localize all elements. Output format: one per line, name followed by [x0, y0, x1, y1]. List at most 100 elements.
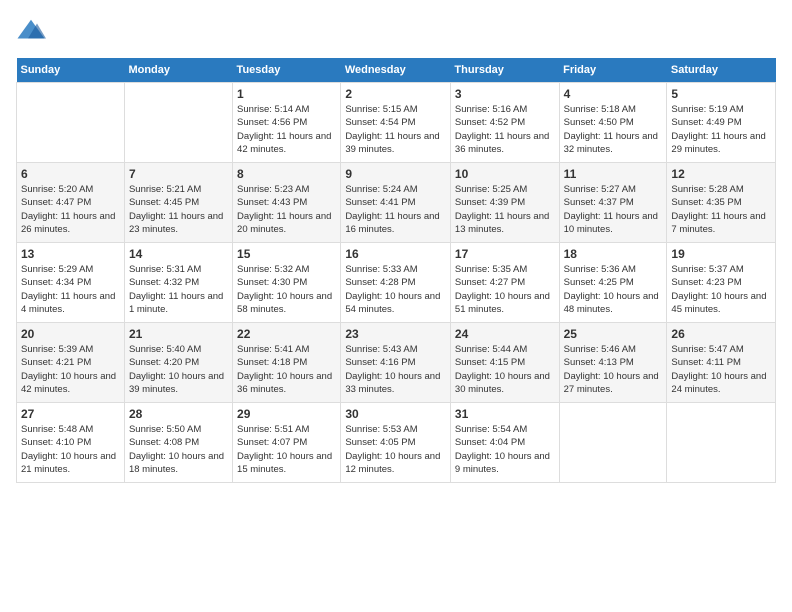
day-info: Sunrise: 5:37 AMSunset: 4:23 PMDaylight:… [671, 263, 771, 316]
calendar-cell: 15 Sunrise: 5:32 AMSunset: 4:30 PMDaylig… [233, 243, 341, 323]
day-number: 3 [455, 87, 555, 101]
day-info: Sunrise: 5:27 AMSunset: 4:37 PMDaylight:… [564, 183, 663, 236]
header-wednesday: Wednesday [341, 58, 451, 83]
day-number: 16 [345, 247, 446, 261]
day-info: Sunrise: 5:15 AMSunset: 4:54 PMDaylight:… [345, 103, 446, 156]
calendar-cell: 24 Sunrise: 5:44 AMSunset: 4:15 PMDaylig… [450, 323, 559, 403]
day-info: Sunrise: 5:25 AMSunset: 4:39 PMDaylight:… [455, 183, 555, 236]
calendar-cell: 20 Sunrise: 5:39 AMSunset: 4:21 PMDaylig… [17, 323, 125, 403]
calendar-cell: 18 Sunrise: 5:36 AMSunset: 4:25 PMDaylig… [559, 243, 667, 323]
day-number: 23 [345, 327, 446, 341]
calendar-cell: 16 Sunrise: 5:33 AMSunset: 4:28 PMDaylig… [341, 243, 451, 323]
header-saturday: Saturday [667, 58, 776, 83]
day-info: Sunrise: 5:32 AMSunset: 4:30 PMDaylight:… [237, 263, 336, 316]
calendar-cell: 23 Sunrise: 5:43 AMSunset: 4:16 PMDaylig… [341, 323, 451, 403]
day-info: Sunrise: 5:14 AMSunset: 4:56 PMDaylight:… [237, 103, 336, 156]
day-info: Sunrise: 5:35 AMSunset: 4:27 PMDaylight:… [455, 263, 555, 316]
header-sunday: Sunday [17, 58, 125, 83]
day-number: 15 [237, 247, 336, 261]
day-info: Sunrise: 5:50 AMSunset: 4:08 PMDaylight:… [129, 423, 228, 476]
day-info: Sunrise: 5:23 AMSunset: 4:43 PMDaylight:… [237, 183, 336, 236]
day-info: Sunrise: 5:44 AMSunset: 4:15 PMDaylight:… [455, 343, 555, 396]
calendar-cell: 11 Sunrise: 5:27 AMSunset: 4:37 PMDaylig… [559, 163, 667, 243]
day-number: 4 [564, 87, 663, 101]
calendar-cell: 5 Sunrise: 5:19 AMSunset: 4:49 PMDayligh… [667, 83, 776, 163]
day-info: Sunrise: 5:39 AMSunset: 4:21 PMDaylight:… [21, 343, 120, 396]
day-number: 29 [237, 407, 336, 421]
day-number: 6 [21, 167, 120, 181]
calendar-cell: 31 Sunrise: 5:54 AMSunset: 4:04 PMDaylig… [450, 403, 559, 483]
calendar-cell: 17 Sunrise: 5:35 AMSunset: 4:27 PMDaylig… [450, 243, 559, 323]
day-info: Sunrise: 5:48 AMSunset: 4:10 PMDaylight:… [21, 423, 120, 476]
day-number: 13 [21, 247, 120, 261]
day-number: 18 [564, 247, 663, 261]
day-number: 25 [564, 327, 663, 341]
day-info: Sunrise: 5:47 AMSunset: 4:11 PMDaylight:… [671, 343, 771, 396]
day-info: Sunrise: 5:43 AMSunset: 4:16 PMDaylight:… [345, 343, 446, 396]
day-number: 17 [455, 247, 555, 261]
day-info: Sunrise: 5:41 AMSunset: 4:18 PMDaylight:… [237, 343, 336, 396]
day-info: Sunrise: 5:19 AMSunset: 4:49 PMDaylight:… [671, 103, 771, 156]
week-row-4: 20 Sunrise: 5:39 AMSunset: 4:21 PMDaylig… [17, 323, 776, 403]
day-info: Sunrise: 5:21 AMSunset: 4:45 PMDaylight:… [129, 183, 228, 236]
day-number: 31 [455, 407, 555, 421]
day-info: Sunrise: 5:54 AMSunset: 4:04 PMDaylight:… [455, 423, 555, 476]
calendar-cell [17, 83, 125, 163]
logo [16, 16, 50, 46]
header-thursday: Thursday [450, 58, 559, 83]
day-info: Sunrise: 5:36 AMSunset: 4:25 PMDaylight:… [564, 263, 663, 316]
calendar-cell: 29 Sunrise: 5:51 AMSunset: 4:07 PMDaylig… [233, 403, 341, 483]
logo-icon [16, 16, 46, 46]
day-info: Sunrise: 5:33 AMSunset: 4:28 PMDaylight:… [345, 263, 446, 316]
day-number: 21 [129, 327, 228, 341]
day-number: 30 [345, 407, 446, 421]
calendar-cell: 21 Sunrise: 5:40 AMSunset: 4:20 PMDaylig… [124, 323, 232, 403]
calendar-cell: 27 Sunrise: 5:48 AMSunset: 4:10 PMDaylig… [17, 403, 125, 483]
day-info: Sunrise: 5:40 AMSunset: 4:20 PMDaylight:… [129, 343, 228, 396]
calendar-cell [559, 403, 667, 483]
calendar-cell: 28 Sunrise: 5:50 AMSunset: 4:08 PMDaylig… [124, 403, 232, 483]
calendar-table: SundayMondayTuesdayWednesdayThursdayFrid… [16, 58, 776, 483]
calendar-cell: 4 Sunrise: 5:18 AMSunset: 4:50 PMDayligh… [559, 83, 667, 163]
day-number: 1 [237, 87, 336, 101]
calendar-cell: 8 Sunrise: 5:23 AMSunset: 4:43 PMDayligh… [233, 163, 341, 243]
calendar-cell: 25 Sunrise: 5:46 AMSunset: 4:13 PMDaylig… [559, 323, 667, 403]
header-friday: Friday [559, 58, 667, 83]
day-number: 9 [345, 167, 446, 181]
day-number: 19 [671, 247, 771, 261]
calendar-cell: 12 Sunrise: 5:28 AMSunset: 4:35 PMDaylig… [667, 163, 776, 243]
week-row-5: 27 Sunrise: 5:48 AMSunset: 4:10 PMDaylig… [17, 403, 776, 483]
day-number: 8 [237, 167, 336, 181]
calendar-cell: 10 Sunrise: 5:25 AMSunset: 4:39 PMDaylig… [450, 163, 559, 243]
calendar-cell: 19 Sunrise: 5:37 AMSunset: 4:23 PMDaylig… [667, 243, 776, 323]
day-info: Sunrise: 5:53 AMSunset: 4:05 PMDaylight:… [345, 423, 446, 476]
day-info: Sunrise: 5:29 AMSunset: 4:34 PMDaylight:… [21, 263, 120, 316]
calendar-cell: 2 Sunrise: 5:15 AMSunset: 4:54 PMDayligh… [341, 83, 451, 163]
day-number: 5 [671, 87, 771, 101]
day-info: Sunrise: 5:51 AMSunset: 4:07 PMDaylight:… [237, 423, 336, 476]
day-number: 2 [345, 87, 446, 101]
day-info: Sunrise: 5:24 AMSunset: 4:41 PMDaylight:… [345, 183, 446, 236]
day-number: 7 [129, 167, 228, 181]
week-row-3: 13 Sunrise: 5:29 AMSunset: 4:34 PMDaylig… [17, 243, 776, 323]
day-number: 28 [129, 407, 228, 421]
calendar-cell: 1 Sunrise: 5:14 AMSunset: 4:56 PMDayligh… [233, 83, 341, 163]
day-number: 20 [21, 327, 120, 341]
day-number: 12 [671, 167, 771, 181]
calendar-cell [667, 403, 776, 483]
day-number: 10 [455, 167, 555, 181]
day-number: 26 [671, 327, 771, 341]
day-number: 22 [237, 327, 336, 341]
week-row-1: 1 Sunrise: 5:14 AMSunset: 4:56 PMDayligh… [17, 83, 776, 163]
week-row-2: 6 Sunrise: 5:20 AMSunset: 4:47 PMDayligh… [17, 163, 776, 243]
calendar-cell: 9 Sunrise: 5:24 AMSunset: 4:41 PMDayligh… [341, 163, 451, 243]
day-info: Sunrise: 5:20 AMSunset: 4:47 PMDaylight:… [21, 183, 120, 236]
calendar-cell: 7 Sunrise: 5:21 AMSunset: 4:45 PMDayligh… [124, 163, 232, 243]
day-number: 14 [129, 247, 228, 261]
calendar-cell: 22 Sunrise: 5:41 AMSunset: 4:18 PMDaylig… [233, 323, 341, 403]
calendar-cell [124, 83, 232, 163]
day-number: 24 [455, 327, 555, 341]
page-header [16, 16, 776, 46]
calendar-cell: 26 Sunrise: 5:47 AMSunset: 4:11 PMDaylig… [667, 323, 776, 403]
day-number: 11 [564, 167, 663, 181]
